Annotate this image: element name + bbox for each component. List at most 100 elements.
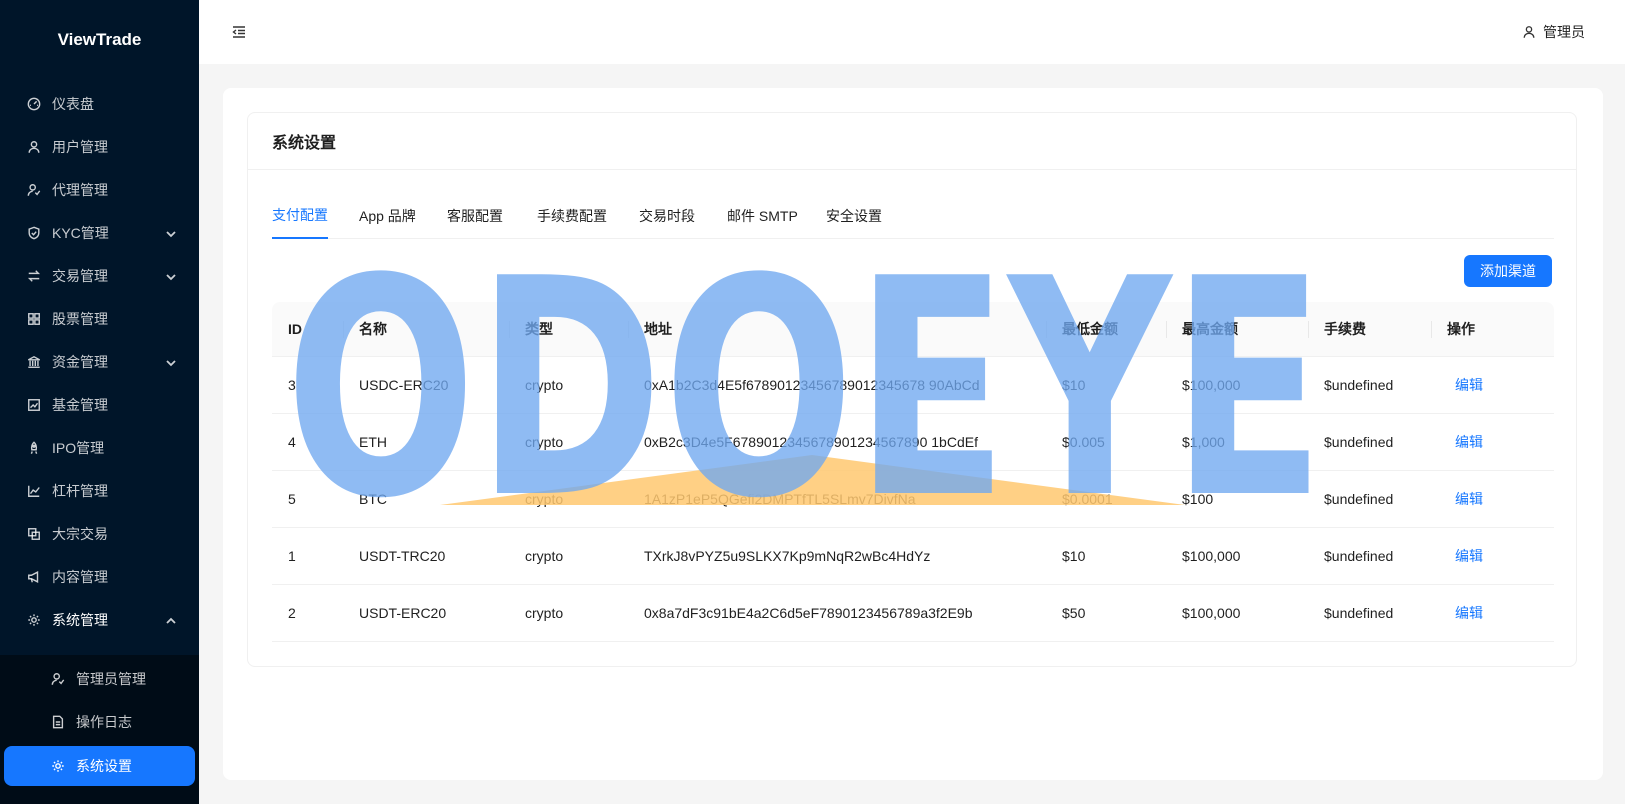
sidebar-item-label: 仪表盘 bbox=[52, 96, 94, 112]
cell-fee: $undefined bbox=[1324, 548, 1394, 564]
cell-address: TXrkJ8vPYZ5u9SLKX7Kp9mNqR2wBc4HdYz bbox=[644, 548, 931, 564]
megaphone-icon bbox=[26, 569, 42, 585]
cell-id: 3 bbox=[288, 377, 296, 393]
cell-type: crypto bbox=[525, 491, 564, 507]
tab-customer-service[interactable]: 客服配置 bbox=[447, 193, 503, 238]
chevron-down-icon bbox=[165, 270, 177, 282]
sidebar-item-ipo[interactable]: IPO管理 bbox=[0, 428, 199, 468]
sidebar-item-agents[interactable]: 代理管理 bbox=[0, 170, 199, 210]
col-actions: 操作 bbox=[1431, 302, 1475, 356]
sidebar-item-kyc[interactable]: KYC管理 bbox=[0, 213, 199, 253]
shield-icon bbox=[26, 225, 42, 241]
sidebar-item-label: 大宗交易 bbox=[52, 526, 108, 542]
cell-fee: $undefined bbox=[1324, 377, 1394, 393]
table-row: 1 USDT-TRC20 crypto TXrkJ8vPYZ5u9SLKX7Kp9mN… bbox=[272, 528, 1554, 585]
brand-logo: ViewTrade bbox=[57, 30, 142, 49]
sidebar-item-dashboard[interactable]: 仪表盘 bbox=[0, 84, 199, 124]
sidebar-item-fund-management[interactable]: 基金管理 bbox=[0, 385, 199, 425]
cell-min: $10 bbox=[1062, 377, 1086, 393]
col-type: 类型 bbox=[509, 302, 553, 356]
tab-trading-hours[interactable]: 交易时段 bbox=[639, 193, 695, 238]
sidebar-item-label: 系统设置 bbox=[76, 758, 132, 774]
cell-id: 5 bbox=[288, 491, 296, 507]
col-name: 名称 bbox=[343, 302, 387, 356]
tab-smtp[interactable]: 邮件 SMTP bbox=[727, 193, 798, 238]
cell-max: $100,000 bbox=[1182, 605, 1241, 621]
edit-link[interactable]: 编辑 bbox=[1455, 585, 1483, 641]
sidebar-item-block-trade[interactable]: 大宗交易 bbox=[0, 514, 199, 554]
sidebar-item-admin-management[interactable]: 管理员管理 bbox=[0, 659, 199, 699]
sidebar-item-label: 代理管理 bbox=[52, 182, 108, 198]
edit-link[interactable]: 编辑 bbox=[1455, 471, 1483, 527]
file-icon bbox=[50, 714, 66, 730]
sidebar-item-label: 资金管理 bbox=[52, 354, 108, 370]
chevron-down-icon bbox=[165, 356, 177, 368]
sidebar-item-funds[interactable]: 资金管理 bbox=[0, 342, 199, 382]
chevron-down-icon bbox=[165, 227, 177, 239]
sidebar-item-stocks[interactable]: 股票管理 bbox=[0, 299, 199, 339]
table-header: ID 名称 类型 地址 最低金额 最高金额 手续费 操作 bbox=[272, 302, 1554, 357]
table-row: 4 ETH crypto 0xB2c3D4e5F6789012345678901234… bbox=[272, 414, 1554, 471]
sidebar-item-label: 管理员管理 bbox=[76, 671, 146, 687]
add-channel-button[interactable]: 添加渠道 bbox=[1464, 255, 1552, 287]
sidebar-item-trading[interactable]: 交易管理 bbox=[0, 256, 199, 296]
swap-icon bbox=[26, 268, 42, 284]
cell-type: crypto bbox=[525, 434, 564, 450]
cell-fee: $undefined bbox=[1324, 434, 1394, 450]
user-menu[interactable]: 管理员 bbox=[1522, 22, 1585, 42]
sidebar-item-leverage[interactable]: 杠杆管理 bbox=[0, 471, 199, 511]
rocket-icon bbox=[26, 440, 42, 456]
sidebar-item-label: 股票管理 bbox=[52, 311, 108, 327]
cell-id: 4 bbox=[288, 434, 296, 450]
cell-address: 0xB2c3D4e5F6789012345678901234567890 1bC… bbox=[644, 434, 978, 450]
edit-link[interactable]: 编辑 bbox=[1455, 414, 1483, 470]
tab-fee-config[interactable]: 手续费配置 bbox=[537, 193, 607, 238]
cell-max: $100 bbox=[1182, 491, 1214, 507]
sidebar-item-operation-log[interactable]: 操作日志 bbox=[0, 702, 199, 742]
setting-icon bbox=[26, 612, 42, 628]
col-id: ID bbox=[288, 321, 302, 337]
bank-icon bbox=[26, 354, 42, 370]
table-row: 2 USDT-ERC20 crypto 0x8a7dF3c91bE4a2C6d5eF7… bbox=[272, 585, 1554, 642]
edit-link[interactable]: 编辑 bbox=[1455, 357, 1483, 413]
sidebar-item-label: 用户管理 bbox=[52, 139, 108, 155]
line-chart-icon bbox=[26, 483, 42, 499]
table-row: 5 BTC crypto 1A1zP1eP5QGefi2DMPTfTL5SLmv7Di… bbox=[272, 471, 1554, 528]
menu-fold-icon[interactable] bbox=[231, 24, 247, 40]
cell-address: 1A1zP1eP5QGefi2DMPTfTL5SLmv7DivfNa bbox=[644, 491, 916, 507]
sidebar-item-label: KYC管理 bbox=[52, 225, 109, 241]
cell-type: crypto bbox=[525, 548, 564, 564]
cell-name: USDT-TRC20 bbox=[359, 548, 446, 564]
sidebar-item-content[interactable]: 内容管理 bbox=[0, 557, 199, 597]
settings-tabs: 支付配置 App 品牌 客服配置 手续费配置 交易时段 邮件 SMTP 安全设置 bbox=[272, 193, 1554, 239]
cell-max: $1,000 bbox=[1182, 434, 1225, 450]
sidebar-item-users[interactable]: 用户管理 bbox=[0, 127, 199, 167]
cell-name: USDT-ERC20 bbox=[359, 605, 447, 621]
sidebar-item-label: IPO管理 bbox=[52, 440, 105, 456]
payment-channels-table: ID 名称 类型 地址 最低金额 最高金额 手续费 操作 3 USDC-ERC20… bbox=[272, 302, 1554, 642]
col-address: 地址 bbox=[628, 302, 672, 356]
cell-id: 1 bbox=[288, 548, 296, 564]
cell-min: $50 bbox=[1062, 605, 1086, 621]
col-max-amount: 最高金额 bbox=[1166, 302, 1238, 356]
cell-max: $100,000 bbox=[1182, 548, 1241, 564]
sidebar-item-label: 基金管理 bbox=[52, 397, 108, 413]
block-icon bbox=[26, 526, 42, 542]
cell-min: $10 bbox=[1062, 548, 1086, 564]
tab-app-brand[interactable]: App 品牌 bbox=[359, 193, 416, 238]
cell-address: 0xA1b2C3d4E5f67890123456789012345678 90A… bbox=[644, 377, 980, 393]
setting-icon bbox=[50, 758, 66, 774]
tab-payment-config[interactable]: 支付配置 bbox=[272, 193, 328, 239]
user-name: 管理员 bbox=[1543, 24, 1585, 40]
sidebar-item-system[interactable]: 系统管理 bbox=[0, 600, 199, 640]
cell-type: crypto bbox=[525, 377, 564, 393]
sidebar-item-label: 系统管理 bbox=[52, 612, 108, 628]
edit-link[interactable]: 编辑 bbox=[1455, 528, 1483, 584]
agent-icon bbox=[26, 182, 42, 198]
cell-max: $100,000 bbox=[1182, 377, 1241, 393]
tab-security[interactable]: 安全设置 bbox=[826, 193, 882, 238]
sidebar-item-system-settings[interactable]: 系统设置 bbox=[4, 746, 195, 786]
col-min-amount: 最低金额 bbox=[1046, 302, 1118, 356]
page-title: 系统设置 bbox=[248, 113, 1576, 170]
sidebar-item-label: 杠杆管理 bbox=[52, 483, 108, 499]
